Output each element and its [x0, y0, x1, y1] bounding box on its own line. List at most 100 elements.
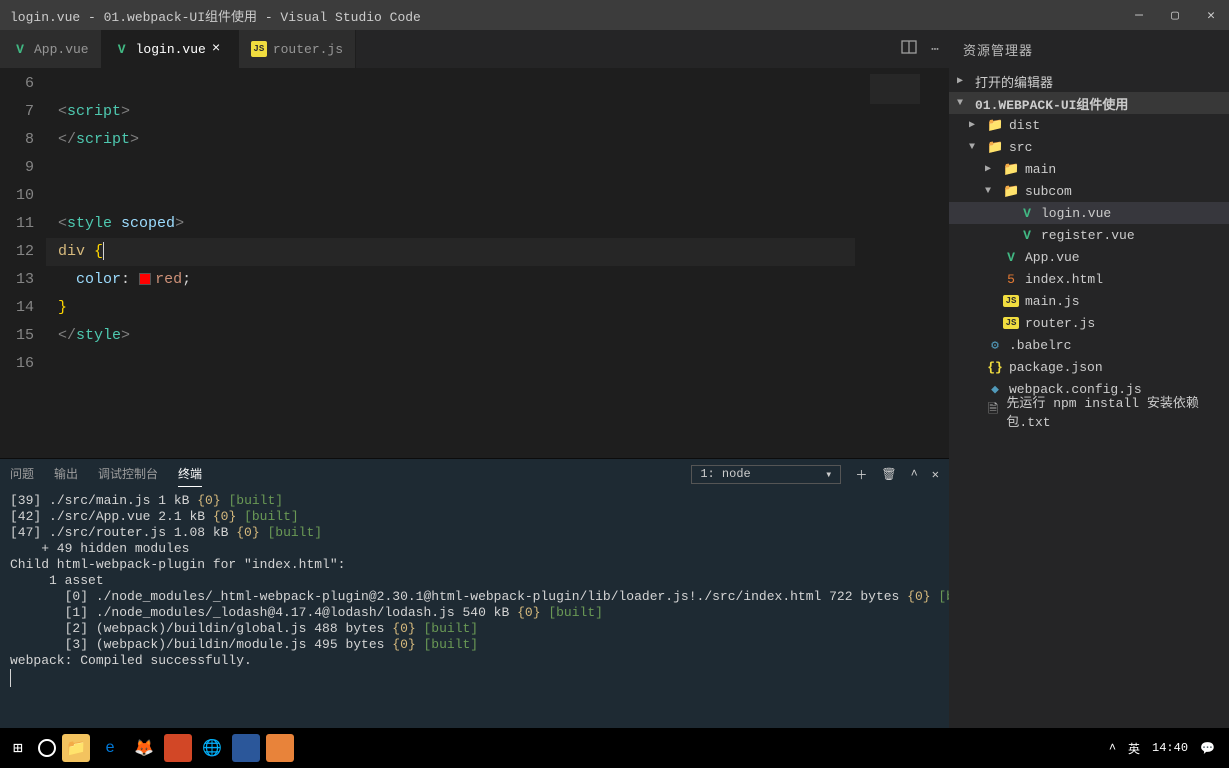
kill-terminal-icon[interactable]: 🗑 — [881, 467, 896, 482]
tab-label: App.vue — [34, 42, 89, 57]
vue-file-icon: V — [1019, 228, 1035, 243]
code-line[interactable]: </style> — [46, 322, 855, 350]
code-line[interactable]: <style scoped> — [46, 210, 855, 238]
folder-file-icon: 📁 — [987, 118, 1003, 133]
tree-item-label: 先运行 npm install 安装依赖包.txt — [1006, 392, 1221, 430]
clock[interactable]: 14:40 — [1152, 741, 1188, 755]
code-line[interactable]: color: red; — [46, 266, 855, 294]
code-line[interactable] — [46, 182, 855, 210]
minimize-button[interactable]: ─ — [1131, 7, 1147, 23]
windows-taskbar: ⊞ 📁 e 🦊 🌐 ˄ 英 14:40 💬 — [0, 728, 1229, 768]
terminal-selector[interactable]: 1: node ▾ — [691, 465, 841, 484]
tree-arrow-icon: ▶ — [985, 163, 997, 175]
bottom-panel: 问题输出调试控制台终端 1: node ▾ ＋ 🗑 ˄ ✕ [39] ./src… — [0, 458, 949, 728]
tree-item-label: subcom — [1025, 184, 1072, 199]
tab-router-js[interactable]: JS router.js — [239, 30, 356, 68]
ime-indicator[interactable]: 英 — [1128, 740, 1140, 757]
js-file-icon: JS — [1003, 317, 1019, 329]
minimap[interactable] — [855, 68, 935, 458]
tree-item-.babelrc[interactable]: ⚙.babelrc — [949, 334, 1229, 356]
close-window-button[interactable]: ✕ — [1203, 7, 1219, 23]
maximize-panel-icon[interactable]: ˄ — [911, 467, 918, 481]
code-line[interactable]: div { — [46, 238, 855, 266]
terminal[interactable]: [39] ./src/main.js 1 kB {0} [built] [42]… — [0, 489, 949, 728]
maximize-button[interactable]: ▢ — [1167, 7, 1183, 23]
close-tab-icon[interactable]: × — [212, 41, 226, 57]
tree-arrow-icon: ▶ — [969, 119, 981, 131]
tree-arrow-icon: ▼ — [969, 142, 981, 153]
start-button[interactable]: ⊞ — [4, 734, 32, 762]
close-panel-icon[interactable]: ✕ — [932, 467, 939, 482]
tree-item-login.vue[interactable]: Vlogin.vue — [949, 202, 1229, 224]
open-editors-section[interactable]: ▶ 打开的编辑器 — [949, 70, 1229, 92]
line-numbers: 678910111213141516 — [0, 68, 46, 458]
tree-item-label: package.json — [1009, 360, 1103, 375]
sidebar-title: 资源管理器 — [949, 30, 1229, 68]
tree-item-index.html[interactable]: 5index.html — [949, 268, 1229, 290]
tab-label: router.js — [273, 42, 343, 57]
tree-item-router.js[interactable]: JS router.js — [949, 312, 1229, 334]
code-editor[interactable]: 678910111213141516 <script></script> <st… — [0, 68, 949, 458]
tree-item-label: dist — [1009, 118, 1040, 133]
chrome-icon[interactable]: 🌐 — [198, 734, 226, 762]
app-icon-2[interactable] — [232, 734, 260, 762]
tab-label: login.vue — [136, 42, 206, 57]
json-file-icon: {} — [987, 360, 1003, 375]
project-root[interactable]: ▼ 01.WEBPACK-UI组件使用 — [949, 92, 1229, 114]
panel-tab-调试控制台[interactable]: 调试控制台 — [98, 461, 158, 487]
config-file-icon: ◆ — [987, 382, 1003, 397]
vscode-icon[interactable] — [266, 734, 294, 762]
html-file-icon: 5 — [1003, 272, 1019, 287]
new-terminal-icon[interactable]: ＋ — [855, 466, 867, 483]
tree-item-label: login.vue — [1041, 206, 1111, 221]
app-icon-1[interactable] — [164, 734, 192, 762]
file-explorer-icon[interactable]: 📁 — [62, 734, 90, 762]
tree-item-package.json[interactable]: {} package.json — [949, 356, 1229, 378]
panel-tab-终端[interactable]: 终端 — [178, 461, 202, 487]
tree-item-subcom[interactable]: ▼📁subcom — [949, 180, 1229, 202]
txt-file-icon: 🗎 — [986, 400, 1001, 422]
tree-item-App.vue[interactable]: VApp.vue — [949, 246, 1229, 268]
tree-item-label: router.js — [1025, 316, 1095, 331]
tree-item-main[interactable]: ▶📁main — [949, 158, 1229, 180]
split-editor-icon[interactable] — [901, 39, 917, 59]
panel-tab-问题[interactable]: 问题 — [10, 461, 34, 487]
code-line[interactable]: } — [46, 294, 855, 322]
notifications-icon[interactable]: 💬 — [1200, 741, 1215, 756]
explorer-sidebar: 资源管理器 ▶ 打开的编辑器 ▼ 01.WEBPACK-UI组件使用 ▶ 📁 dis… — [949, 30, 1229, 728]
folder-file-icon: 📁 — [1003, 162, 1019, 177]
tab-login-vue[interactable]: Vlogin.vue× — [102, 30, 239, 68]
tree-item-dist[interactable]: ▶ 📁 dist — [949, 114, 1229, 136]
chevron-down-icon: ▾ — [825, 467, 832, 482]
tree-item-register.vue[interactable]: Vregister.vue — [949, 224, 1229, 246]
js-file-icon: JS — [1003, 295, 1019, 307]
code-line[interactable]: </script> — [46, 126, 855, 154]
vue-file-icon: V — [12, 41, 28, 57]
scrollbar[interactable] — [935, 68, 949, 458]
code-area[interactable]: <script></script> <style scoped>div { co… — [46, 68, 855, 458]
chevron-down-icon: ▼ — [957, 98, 969, 109]
more-actions-icon[interactable]: ⋯ — [931, 42, 939, 57]
edge-icon[interactable]: e — [96, 734, 124, 762]
panel-tab-输出[interactable]: 输出 — [54, 461, 78, 487]
tray-chevron-icon[interactable]: ˄ — [1109, 741, 1116, 755]
tree-item-label: .babelrc — [1009, 338, 1071, 353]
tree-item-label: register.vue — [1041, 228, 1135, 243]
code-line[interactable] — [46, 154, 855, 182]
code-line[interactable] — [46, 70, 855, 98]
tree-item-src[interactable]: ▼📁src — [949, 136, 1229, 158]
firefox-icon[interactable]: 🦊 — [130, 734, 158, 762]
tree-item-先运行-npm-install-安装依赖包.txt[interactable]: 🗎先运行 npm install 安装依赖包.txt — [949, 400, 1229, 422]
code-line[interactable]: <script> — [46, 98, 855, 126]
tree-item-label: src — [1009, 140, 1032, 155]
editor-tabs: V App.vueVlogin.vue × JS router.js ⋯ — [0, 30, 949, 68]
js-file-icon: JS — [251, 41, 267, 57]
folder-file-icon: 📁 — [1003, 184, 1019, 199]
cortana-icon[interactable] — [38, 739, 56, 757]
vue-file-icon: V — [1019, 206, 1035, 221]
tree-item-main.js[interactable]: JSmain.js — [949, 290, 1229, 312]
panel-tabs: 问题输出调试控制台终端 1: node ▾ ＋ 🗑 ˄ ✕ — [0, 459, 949, 489]
tab-App-vue[interactable]: V App.vue — [0, 30, 102, 68]
code-line[interactable] — [46, 350, 855, 378]
tree-item-label: App.vue — [1025, 250, 1080, 265]
